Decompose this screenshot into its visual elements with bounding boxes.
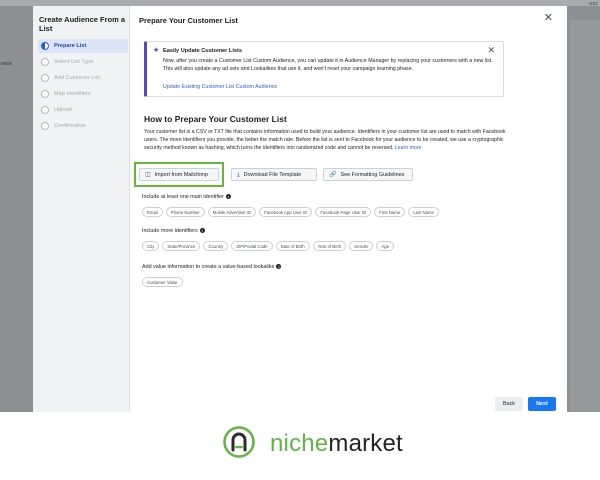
update-existing-audience-link[interactable]: Update Existing Customer List Custom Aud… <box>163 84 277 90</box>
create-audience-modal: Create Audience From a List Prepare List… <box>33 6 567 412</box>
chip-gender: Gender <box>349 241 374 251</box>
download-label: Download File Template <box>243 171 302 178</box>
info-icon[interactable]: i <box>276 264 282 270</box>
backdrop-left-label: ence <box>1 61 12 67</box>
more-identifiers-label: Include more identifiers i <box>142 228 205 234</box>
backdrop-time: 8:52 <box>589 1 598 6</box>
chip-age: Age <box>376 241 395 251</box>
more-identifiers-label-text: Include more identifiers <box>142 228 198 234</box>
formatting-guidelines-button[interactable]: 🔗 See Formatting Guidelines <box>323 168 413 181</box>
chip-city: City <box>142 241 160 251</box>
import-icon: ◫ <box>145 171 151 178</box>
star-icon: ★ <box>153 47 160 54</box>
more-identifier-chips: City State/Province Country ZIP/Postal C… <box>142 241 395 251</box>
back-button[interactable]: Back <box>495 397 523 411</box>
step-circle-icon <box>41 122 49 130</box>
chip-facebook-page-user-id: Facebook Page User ID <box>315 207 372 217</box>
brand-name-part2: market <box>328 430 403 457</box>
step-label: Select List Type <box>54 59 94 65</box>
learn-more-link[interactable]: Learn more <box>395 145 422 151</box>
link-icon: 🔗 <box>329 171 337 178</box>
chip-mobile-advertiser-id: Mobile Advertiser ID <box>207 207 257 217</box>
guidelines-label: See Formatting Guidelines <box>340 171 405 178</box>
step-label: Map Identifiers <box>54 91 91 97</box>
description-text: Your customer list is a CSV or TXT file … <box>144 129 506 151</box>
step-circle-icon <box>41 90 49 98</box>
brand-name-part1: niche <box>270 430 329 457</box>
chip-country: Country <box>203 241 229 251</box>
chip-email: Email <box>142 207 163 217</box>
next-button[interactable]: Next <box>528 397 556 411</box>
chip-last-name: Last Name <box>408 207 439 217</box>
download-template-button[interactable]: ⤓ Download File Template <box>231 168 317 181</box>
modal-title: Prepare Your Customer List <box>139 16 238 25</box>
chip-state-province: State/Province <box>162 241 201 251</box>
banner-title: Easily Update Customer Lists <box>163 48 242 54</box>
step-add-customer-list[interactable]: Add Customer List <box>38 71 128 85</box>
step-circle-icon <box>41 74 49 82</box>
import-label: Import from Mailchimp <box>154 171 208 178</box>
modal-main: Prepare Your Customer List ✕ ★ Easily Up… <box>130 6 567 412</box>
brand-wordmark: nichemarket <box>270 430 403 458</box>
screenshot: 8:52 ence Create Audience From a List Pr… <box>0 0 600 480</box>
step-prepare-list[interactable]: Prepare List <box>38 39 128 53</box>
download-icon: ⤓ <box>237 171 240 178</box>
steps-sidebar: Create Audience From a List Prepare List… <box>33 6 130 412</box>
sidebar-title: Create Audience From a List <box>39 15 125 33</box>
step-label: Confirmation <box>54 123 86 129</box>
brand-footer: nichemarket <box>0 412 600 480</box>
step-map-identifiers[interactable]: Map Identifiers <box>38 87 128 101</box>
main-identifier-label: Include at least one main identifier i <box>142 194 231 200</box>
chip-facebook-app-user-id: Facebook App User ID <box>259 207 313 217</box>
value-info-label-text: Add value information to create a value-… <box>142 264 275 270</box>
chip-year-of-birth: Year of Birth <box>312 241 347 251</box>
main-identifier-label-text: Include at least one main identifier <box>142 194 224 200</box>
banner-body: Now, after you create a Customer List Cu… <box>163 58 493 72</box>
import-mailchimp-button[interactable]: ◫ Import from Mailchimp <box>139 168 219 181</box>
step-label: Prepare List <box>54 43 87 49</box>
banner-close-icon[interactable]: ✕ <box>487 46 495 55</box>
chip-customer-value: Customer Value <box>142 277 183 287</box>
value-chips: Customer Value <box>142 277 183 287</box>
value-info-label: Add value information to create a value-… <box>142 264 282 270</box>
step-select-list-type[interactable]: Select List Type <box>38 55 128 69</box>
how-to-title: How to Prepare Your Customer List <box>144 114 287 124</box>
chip-phone-number: Phone Number <box>165 207 205 217</box>
step-label: Add Customer List <box>54 75 101 81</box>
step-circle-icon <box>41 58 49 66</box>
chip-zip-postal-code: ZIP/Postal Code <box>231 241 273 251</box>
step-upload[interactable]: Upload <box>38 103 128 117</box>
info-icon[interactable]: i <box>225 194 231 200</box>
update-lists-banner: ★ Easily Update Customer Lists ✕ Now, af… <box>144 41 504 97</box>
step-progress-icon <box>41 42 49 50</box>
step-confirmation[interactable]: Confirmation <box>38 119 128 133</box>
close-icon[interactable]: ✕ <box>544 13 553 24</box>
how-to-description: Your customer list is a CSV or TXT file … <box>144 129 506 152</box>
step-circle-icon <box>41 106 49 114</box>
info-icon[interactable]: i <box>199 228 205 234</box>
chip-first-name: First Name <box>374 207 406 217</box>
padlock-n-logo <box>223 426 255 458</box>
chip-date-of-birth: Date of Birth <box>275 241 310 251</box>
step-label: Upload <box>54 107 72 113</box>
main-identifier-chips: Email Phone Number Mobile Advertiser ID … <box>142 207 439 217</box>
backdrop-right-column <box>570 20 600 412</box>
